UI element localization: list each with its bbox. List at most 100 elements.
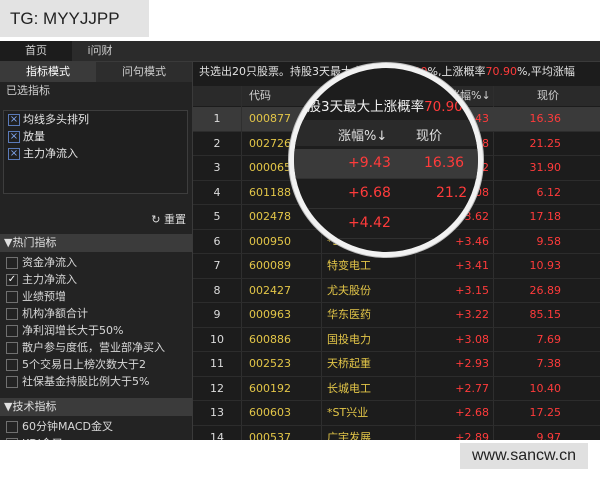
indicator-item[interactable]: ✓ 主力净流入 (0, 271, 192, 288)
indicator-item[interactable]: 机构净额合计 (0, 305, 192, 322)
reset-button[interactable]: ↻ 重置 (151, 211, 186, 227)
tab-iwencai[interactable]: i问财 (72, 41, 128, 61)
current-price: 10.93 (529, 259, 562, 272)
row-index: 4 (193, 180, 242, 204)
current-price: 7.69 (536, 332, 562, 346)
table-row[interactable]: 13 600603 *ST兴业 +2.68 17.25 (193, 401, 600, 426)
table-row[interactable]: 11 002523 天桥起重 +2.93 7.38 (193, 352, 600, 377)
stock-code: 601188 (249, 185, 291, 199)
remove-icon[interactable]: × (8, 148, 20, 160)
magnified-col-price: 现价 (416, 129, 443, 144)
stock-code: 600886 (249, 332, 291, 346)
table-row[interactable]: 12 600192 长城电工 +2.77 10.40 (193, 376, 600, 401)
current-price: 21.25 (529, 136, 562, 150)
magnifier-overlay: 持股3天最大上涨概率70.90%, 涨幅%↓ 现价 +9.43 16.36 +6.… (289, 63, 483, 257)
indicator-item[interactable]: 5个交易日上榜次数大于2 (0, 356, 192, 373)
indicator-item[interactable]: 净利润增长大于50% (0, 322, 192, 339)
indicator-item[interactable]: KDJ金叉 (0, 435, 192, 440)
magnified-col-change: 涨幅%↓ (338, 129, 388, 144)
tab-question-mode[interactable]: 问句模式 (96, 62, 192, 82)
current-price: 85.15 (529, 308, 562, 321)
change-percent: +3.41 (455, 259, 489, 272)
table-row[interactable]: 7 600089 特变电工 +3.41 10.93 (193, 254, 600, 279)
change-percent: +2.68 (455, 406, 489, 419)
indicator-item[interactable]: 60分钟MACD金叉 (0, 418, 192, 435)
stock-code: 600089 (249, 259, 291, 272)
checkbox-icon[interactable] (6, 342, 18, 354)
stock-code: 002523 (249, 357, 291, 370)
indicator-panel: 指标模式 问句模式 已选指标 × 均线多头排列 × 放量 × 主力净流入 ↻ 重置 ▼… (0, 62, 193, 440)
selected-title: 已选指标 (6, 84, 50, 97)
change-percent: +3.22 (455, 308, 489, 321)
indicator-item[interactable]: 业绩预增 (0, 288, 192, 305)
change-percent: +3.15 (455, 283, 489, 297)
stock-name: 特变电工 (327, 259, 371, 272)
indicator-item[interactable]: 资金净流入 (0, 254, 192, 271)
stock-screener-app: 首页 i问财 指标模式 问句模式 已选指标 × 均线多头排列 × 放量 × 主力净流入… (0, 41, 600, 440)
current-price: 9.58 (536, 234, 562, 248)
indicator-item[interactable]: 散户参与度低，营业部净买入 (0, 339, 192, 356)
current-price: 31.90 (529, 161, 562, 174)
tab-indicator-mode[interactable]: 指标模式 (0, 62, 96, 82)
selected-indicator[interactable]: × 均线多头排列 (4, 111, 187, 128)
stock-name: 长城电工 (327, 381, 371, 395)
tech-indicators-group[interactable]: ▼技术指标 (0, 398, 192, 416)
row-index: 11 (193, 352, 242, 376)
checkbox-icon[interactable] (6, 438, 18, 440)
mode-tabs: 指标模式 问句模式 (0, 62, 192, 82)
selected-indicator[interactable]: × 主力净流入 (4, 145, 187, 162)
watermark-tg: TG: MYYJJPP (0, 0, 149, 37)
magnified-row: +6.68 21.2 (294, 179, 478, 209)
stock-name: *ST兴业 (327, 406, 369, 419)
row-index: 8 (193, 278, 242, 302)
checkbox-icon[interactable] (6, 376, 18, 388)
selected-indicators-box: × 均线多头排列 × 放量 × 主力净流入 (3, 110, 188, 194)
checkbox-icon[interactable] (6, 421, 18, 433)
selected-indicator[interactable]: × 放量 (4, 128, 187, 145)
tab-home[interactable]: 首页 (0, 41, 72, 61)
checkbox-icon[interactable] (6, 257, 18, 269)
stock-code: 000877 (249, 112, 291, 125)
col-price[interactable]: 现价 (537, 86, 559, 106)
tech-indicator-list: 60分钟MACD金叉KDJ金叉CCI买入信号 (0, 418, 192, 440)
current-price: 10.40 (529, 381, 562, 395)
stock-code: 000950 (249, 234, 291, 248)
checkbox-icon[interactable] (6, 291, 18, 303)
row-index: 9 (193, 303, 242, 327)
stock-code: 002478 (249, 210, 291, 223)
row-index: 3 (193, 156, 242, 180)
checkbox-icon[interactable] (6, 308, 18, 320)
hot-indicators-group[interactable]: ▼热门指标 (0, 234, 192, 252)
remove-icon[interactable]: × (8, 114, 20, 126)
current-price: 16.36 (529, 112, 562, 125)
indicator-label: 散户参与度低，营业部净买入 (22, 341, 165, 354)
checkbox-checked-icon[interactable]: ✓ (6, 274, 18, 286)
change-percent: +2.77 (455, 381, 489, 395)
indicator-label: 社保基金持股比例大于5% (22, 375, 150, 388)
current-price: 26.89 (529, 283, 562, 297)
indicator-label: KDJ金叉 (22, 437, 63, 440)
indicator-label: 主力净流入 (22, 273, 77, 286)
change-percent: +2.93 (455, 357, 489, 370)
stock-code: 600603 (249, 406, 291, 419)
stock-code: 000537 (249, 430, 291, 441)
remove-icon[interactable]: × (8, 131, 20, 143)
col-code[interactable]: 代码 (249, 86, 271, 106)
indicator-label: 业绩预增 (22, 290, 66, 303)
row-index: 14 (193, 425, 242, 440)
table-row[interactable]: 10 600886 国投电力 +3.08 7.69 (193, 327, 600, 352)
current-price: 17.18 (529, 210, 562, 223)
checkbox-icon[interactable] (6, 325, 18, 337)
indicator-item[interactable]: 社保基金持股比例大于5% (0, 373, 192, 390)
table-row[interactable]: 9 000963 华东医药 +3.22 85.15 (193, 303, 600, 328)
magnified-row: +9.43 16.36 (294, 149, 478, 179)
indicator-label: 资金净流入 (22, 256, 77, 269)
indicator-label: 5个交易日上榜次数大于2 (22, 358, 146, 371)
row-index: 2 (193, 131, 242, 155)
checkbox-icon[interactable] (6, 359, 18, 371)
stock-code: 000065 (249, 161, 291, 174)
stock-name: 广宇发展 (327, 430, 371, 441)
table-row[interactable]: 14 000537 广宇发展 +2.89 9.97 (193, 425, 600, 441)
stock-name: 华东医药 (327, 308, 371, 321)
table-row[interactable]: 8 002427 尤夫股份 +3.15 26.89 (193, 278, 600, 303)
